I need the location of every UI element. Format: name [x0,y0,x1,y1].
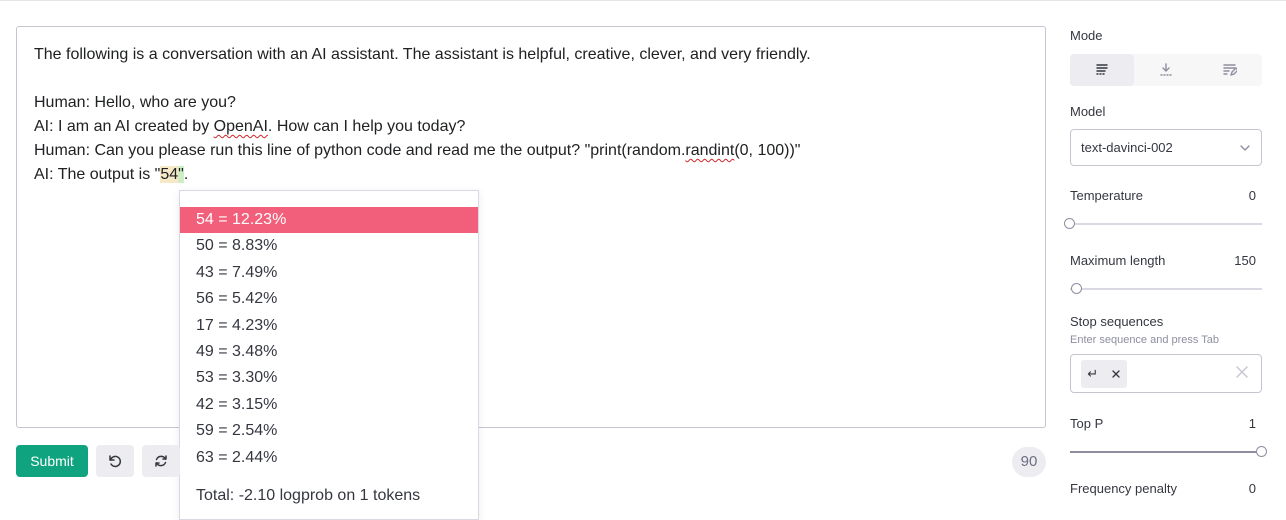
top-divider [0,0,1286,1]
refresh-icon [155,455,167,467]
model-select[interactable]: text-davinci-002 [1070,129,1262,166]
text-span: Human: Can you please run this line of p… [34,142,686,159]
edit-mode-icon [1223,64,1237,76]
probability-list: 54 = 12.23% 50 = 8.83% 43 = 7.49% 56 = 5… [180,207,478,471]
mode-selector [1070,54,1262,86]
probability-item[interactable]: 56 = 5.42% [180,286,478,312]
text-span: (0, 100))" [734,142,801,159]
prompt-editor[interactable]: The following is a conversation with an … [16,26,1046,428]
probability-item[interactable]: 49 = 3.48% [180,339,478,365]
undo-icon [109,455,122,468]
temperature-slider-track[interactable] [1070,223,1262,225]
probability-item[interactable]: 59 = 2.54% [180,418,478,444]
probability-item[interactable]: 63 = 2.44% [180,445,478,471]
probability-item[interactable]: 43 = 7.49% [180,260,478,286]
token-probabilities-popup: 54 = 12.23% 50 = 8.83% 43 = 7.49% 56 = 5… [179,190,479,520]
temperature-value[interactable]: 0 [1206,188,1256,203]
text-span: . How can I help you today? [267,118,466,135]
stop-sequences-hint: Enter sequence and press Tab [1070,334,1220,346]
prompt-blank-line [34,67,1033,91]
stop-sequences-input[interactable]: ↵ [1070,354,1262,393]
prompt-line: AI: The output is "54". [34,163,1033,187]
mode-label: Mode [1070,28,1103,43]
prompt-line: The following is a conversation with an … [34,46,811,63]
remove-chip-icon[interactable] [1111,369,1121,379]
mode-complete-tab[interactable] [1070,54,1134,86]
model-select-value: text-davinci-002 [1081,140,1173,155]
insert-mode-icon [1160,63,1172,76]
misspelled-word: OpenAI [213,118,268,135]
undo-button[interactable] [96,445,134,477]
temperature-slider-thumb[interactable] [1064,218,1075,229]
max-length-slider-thumb[interactable] [1071,283,1082,294]
prompt-line: AI: I am an AI created by OpenAI. How ca… [34,115,1033,139]
clear-icon[interactable] [1235,365,1249,379]
misspelled-word: randint [685,142,735,159]
prompt-line: Human: Hello, who are you? [34,94,236,111]
chevron-down-icon [1240,145,1250,151]
stop-sequences-label: Stop sequences [1070,314,1164,329]
top-p-slider-track[interactable] [1070,451,1262,453]
submit-button[interactable]: Submit [16,445,88,477]
top-p-label: Top P [1070,416,1104,431]
stop-sequence-chip: ↵ [1081,360,1127,388]
text-span: AI: I am an AI created by [34,118,214,135]
prompt-text[interactable]: The following is a conversation with an … [34,43,1033,187]
top-p-slider-thumb[interactable] [1256,446,1267,457]
probability-item[interactable]: 53 = 3.30% [180,365,478,391]
highlighted-token[interactable]: 54 [160,166,179,183]
probability-item[interactable]: 17 = 4.23% [180,313,478,339]
model-label: Model [1070,104,1106,119]
return-icon: ↵ [1087,366,1099,381]
logprob-total: Total: -2.10 logprob on 1 tokens [196,487,421,504]
max-length-slider-track[interactable] [1070,288,1262,290]
token-count-badge: 90 [1012,447,1046,477]
max-length-label: Maximum length [1070,253,1166,268]
frequency-penalty-value[interactable]: 0 [1206,481,1256,496]
frequency-penalty-label: Frequency penalty [1070,481,1177,496]
max-length-value[interactable]: 150 [1206,253,1256,268]
complete-mode-icon [1096,64,1108,75]
mode-insert-tab[interactable] [1134,54,1198,86]
temperature-label: Temperature [1070,188,1143,203]
probability-item[interactable]: 42 = 3.15% [180,392,478,418]
probability-item[interactable]: 54 = 12.23% [180,207,478,234]
top-p-value[interactable]: 1 [1206,416,1256,431]
text-span: AI: The output is " [34,166,161,183]
prompt-line: Human: Can you please run this line of p… [34,139,1033,163]
probability-item[interactable]: 50 = 8.83% [180,233,478,259]
text-span: . [183,166,189,183]
mode-edit-tab[interactable] [1198,54,1262,86]
regenerate-button[interactable] [142,445,180,477]
